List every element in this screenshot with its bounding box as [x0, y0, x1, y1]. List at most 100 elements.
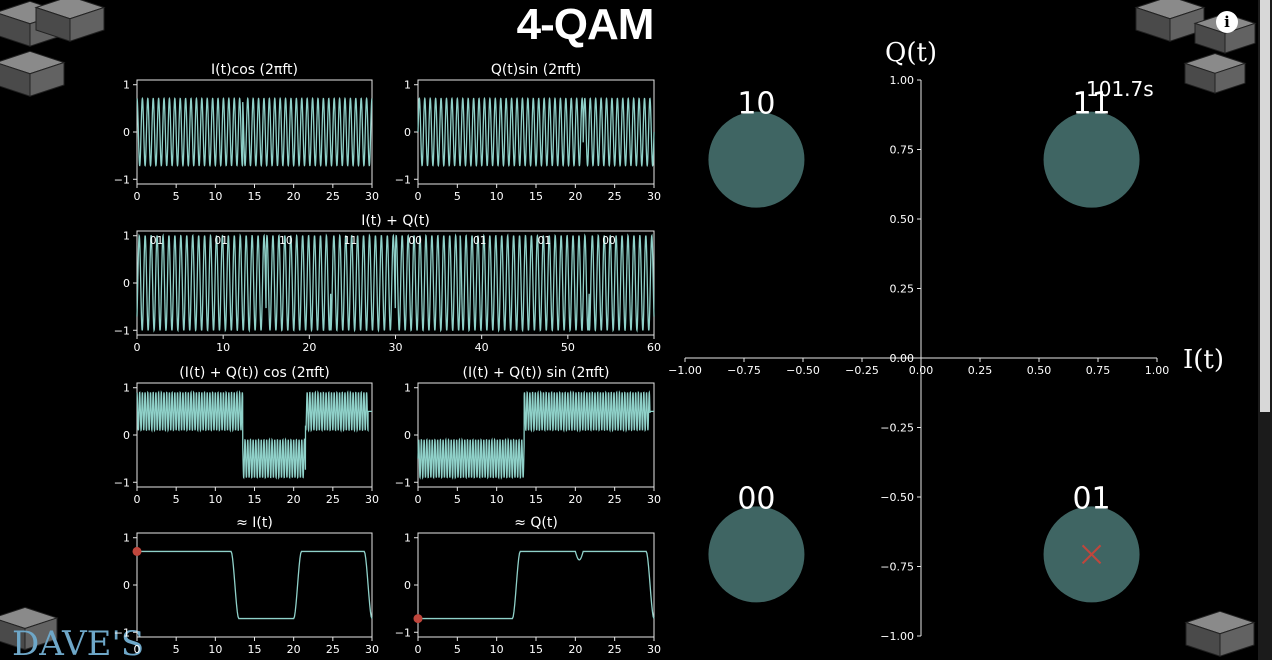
- x-tick-label: 0: [134, 190, 141, 203]
- x-tick-label: 15: [248, 190, 262, 203]
- x-tick-label: 10: [208, 643, 222, 656]
- x-tick-label: 10: [216, 341, 230, 354]
- x-tick-label: 30: [647, 493, 661, 506]
- y-axis-label: Q(t): [885, 38, 937, 68]
- y-tick-label: 1: [123, 230, 130, 243]
- y-tick-label: 1: [404, 532, 411, 545]
- x-tick-label: 0: [415, 493, 422, 506]
- chart-mixsin: (I(t) + Q(t)) sin (2πft) 0 5 10 15 20 25 30 −1 0 1: [395, 365, 661, 506]
- y-tick-label: −0.50: [880, 491, 914, 504]
- x-tick-label: 5: [454, 493, 461, 506]
- x-tick-label: 0: [134, 643, 141, 656]
- x-tick-label: 30: [365, 643, 379, 656]
- y-tick-label: 0: [404, 126, 411, 139]
- x-tick-label: 0: [415, 190, 422, 203]
- x-tick-label: 0: [134, 493, 141, 506]
- x-tick-label: 30: [365, 493, 379, 506]
- x-tick-label: 5: [454, 643, 461, 656]
- info-icon[interactable]: i: [1216, 11, 1238, 33]
- y-tick-label: 0: [123, 277, 130, 290]
- y-tick-label: 0: [404, 429, 411, 442]
- x-tick-label: 0: [134, 341, 141, 354]
- cube-decoration: [1184, 610, 1256, 657]
- x-tick-label: 15: [248, 493, 262, 506]
- page-title: 4-QAM: [516, 0, 655, 49]
- x-tick-label: 20: [568, 493, 582, 506]
- x-tick-label: 30: [389, 341, 403, 354]
- symbol-label: 01: [538, 235, 551, 247]
- x-tick-label: 15: [529, 190, 543, 203]
- point-label: 00: [737, 481, 775, 516]
- symbol-label: 00: [408, 235, 421, 247]
- symbol-label: 01: [215, 235, 228, 247]
- x-tick-label: 10: [490, 643, 504, 656]
- chart-title: ≈ I(t): [236, 515, 273, 531]
- y-tick-label: −0.75: [880, 561, 914, 574]
- x-tick-label: 5: [454, 190, 461, 203]
- cube-decoration: [1183, 52, 1247, 94]
- x-tick-label: 0.50: [1027, 364, 1052, 377]
- x-tick-label: 5: [173, 643, 180, 656]
- symbol-label: 11: [344, 235, 357, 247]
- x-tick-label: 20: [568, 643, 582, 656]
- x-tick-label: 1.00: [1145, 364, 1170, 377]
- x-axis-label: I(t): [1183, 345, 1224, 375]
- x-tick-label: 20: [568, 190, 582, 203]
- x-tick-label: 25: [326, 190, 340, 203]
- x-tick-label: 25: [326, 643, 340, 656]
- chart-icos: I(t)cos (2πft) 0 5 10 15 20 25 30 −1 0 1: [114, 62, 379, 203]
- constellation-point: [708, 111, 805, 208]
- y-tick-label: 0.00: [890, 352, 915, 365]
- y-tick-label: 0.25: [890, 283, 915, 296]
- chart-qrec: ≈ Q(t) 0 5 10 15 20 25 30 −1 0 1: [395, 515, 661, 656]
- symbol-label: 10: [279, 235, 292, 247]
- x-tick-label: 20: [287, 643, 301, 656]
- chart-title: ≈ Q(t): [514, 515, 558, 531]
- x-tick-label: 5: [173, 190, 180, 203]
- y-tick-label: 1: [123, 532, 130, 545]
- x-tick-label: 50: [561, 341, 575, 354]
- symbol-label: 01: [473, 235, 486, 247]
- x-tick-label: 25: [608, 190, 622, 203]
- y-tick-label: 0: [404, 579, 411, 592]
- y-tick-label: −1.00: [880, 630, 914, 643]
- signal-line: [136, 233, 655, 333]
- scrollbar-thumb[interactable]: [1260, 0, 1270, 412]
- point-label: 01: [1072, 481, 1110, 516]
- constellation-point: [708, 506, 805, 603]
- x-tick-label: 10: [208, 190, 222, 203]
- x-tick-label: 20: [287, 190, 301, 203]
- y-tick-label: −1: [114, 324, 130, 337]
- x-tick-label: 25: [608, 643, 622, 656]
- x-tick-label: 5: [173, 493, 180, 506]
- y-tick-label: −0.25: [880, 422, 914, 435]
- chart-title: I(t)cos (2πft): [211, 62, 298, 78]
- current-sample-marker: [413, 614, 423, 624]
- qam-figure: DAVE'SI(t)cos (2πft)0 5 10 15 20 25 30−101Q(t)…: [0, 0, 1257, 660]
- cube-decoration: [0, 50, 66, 97]
- x-tick-label: 0.75: [1086, 364, 1111, 377]
- x-tick-label: 0.00: [909, 364, 934, 377]
- cube-decoration: [1134, 0, 1206, 42]
- x-tick-label: 20: [302, 341, 316, 354]
- signal-line: [136, 96, 373, 168]
- constellation-point: [1043, 111, 1140, 208]
- x-tick-label: 15: [248, 643, 262, 656]
- x-tick-label: −0.50: [786, 364, 820, 377]
- x-tick-label: −0.25: [845, 364, 879, 377]
- signal-line: [418, 550, 655, 620]
- signal-line: [137, 550, 373, 620]
- chart-title: (I(t) + Q(t)) sin (2πft): [463, 365, 610, 381]
- y-tick-label: 1.00: [890, 74, 915, 87]
- y-tick-label: −1: [114, 626, 130, 639]
- current-sample-marker: [132, 546, 142, 556]
- y-tick-label: 0.75: [890, 144, 915, 157]
- y-tick-label: 0: [123, 429, 130, 442]
- y-tick-label: −1: [395, 476, 411, 489]
- signal-line: [417, 96, 655, 168]
- timer-text: 101.7s: [1086, 77, 1154, 101]
- chart-title: I(t) + Q(t): [361, 213, 430, 229]
- x-tick-label: 10: [208, 493, 222, 506]
- x-tick-label: 0: [415, 643, 422, 656]
- symbol-label: 01: [150, 235, 163, 247]
